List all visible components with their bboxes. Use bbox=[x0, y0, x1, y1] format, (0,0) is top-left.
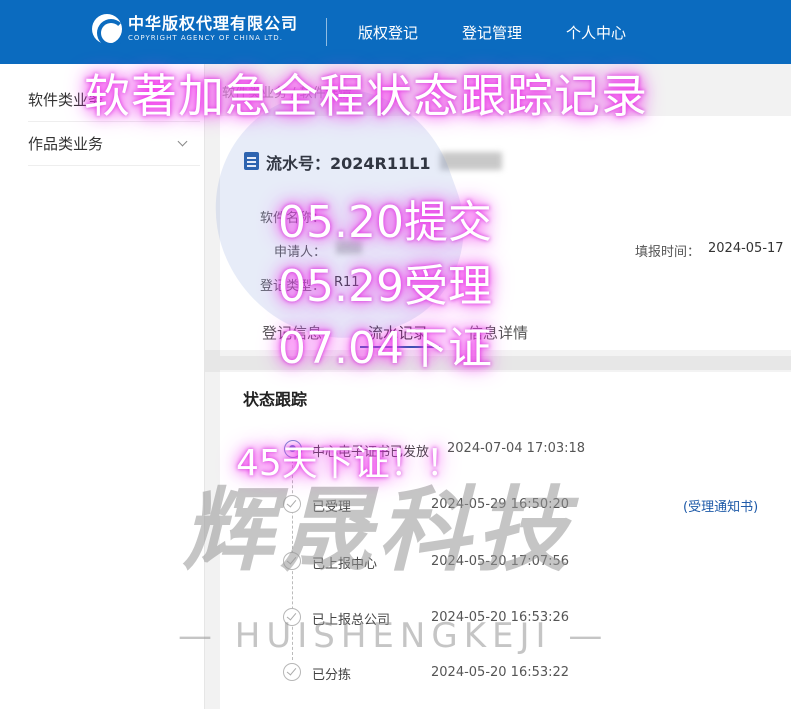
sidebar-item-works[interactable]: 作品类业务 bbox=[28, 122, 200, 166]
logo-en: COPYRIGHT AGENCY OF CHINA LTD. bbox=[128, 34, 283, 42]
nav-registration-management[interactable]: 登记管理 bbox=[462, 0, 522, 64]
company-logo[interactable]: 中华版权代理有限公司 COPYRIGHT AGENCY OF CHINA LTD… bbox=[92, 14, 298, 47]
watermark-subtext: — HUISHENGKEJI — bbox=[178, 616, 609, 656]
watermark-text: 辉晟科技 bbox=[182, 477, 575, 584]
acceptance-notice-link[interactable]: (受理通知书) bbox=[683, 496, 758, 515]
overlay-accept-date: 05.29受理 bbox=[278, 261, 492, 312]
redacted-serial bbox=[440, 152, 502, 170]
check-circle-icon bbox=[283, 663, 301, 681]
sidebar: 软件类业务 作品类业务 bbox=[0, 64, 205, 709]
timeline-status: 已分拣 bbox=[312, 668, 352, 683]
overlay-cert-date: 07.04下证 bbox=[278, 323, 492, 374]
overlay-duration: 45天下证！！ bbox=[236, 443, 462, 484]
header-divider bbox=[326, 18, 327, 46]
timeline-time: 2024-05-20 16:53:22 bbox=[431, 665, 570, 680]
overlay-submit-date: 05.20提交 bbox=[278, 197, 492, 248]
logo-text: 中华版权代理有限公司 COPYRIGHT AGENCY OF CHINA LTD… bbox=[128, 15, 298, 43]
timeline-time: 2024-07-04 17:03:18 bbox=[447, 441, 586, 456]
status-tracking-title: 状态跟踪 bbox=[243, 390, 308, 409]
nav-copyright-registration[interactable]: 版权登记 bbox=[358, 0, 418, 64]
fill-time-value: 2024-05-17 bbox=[708, 241, 784, 256]
chevron-down-icon[interactable] bbox=[177, 136, 188, 147]
logo-cn: 中华版权代理有限公司 bbox=[128, 14, 299, 33]
fill-time-label: 填报时间： bbox=[635, 245, 701, 260]
copyright-logo-icon bbox=[92, 14, 125, 47]
overlay-title: 软著加急全程状态跟踪记录 bbox=[84, 69, 648, 123]
sidebar-item-label: 作品类业务 bbox=[28, 135, 104, 153]
top-header: 中华版权代理有限公司 COPYRIGHT AGENCY OF CHINA LTD… bbox=[0, 0, 791, 64]
nav-personal-center[interactable]: 个人中心 bbox=[566, 0, 626, 64]
